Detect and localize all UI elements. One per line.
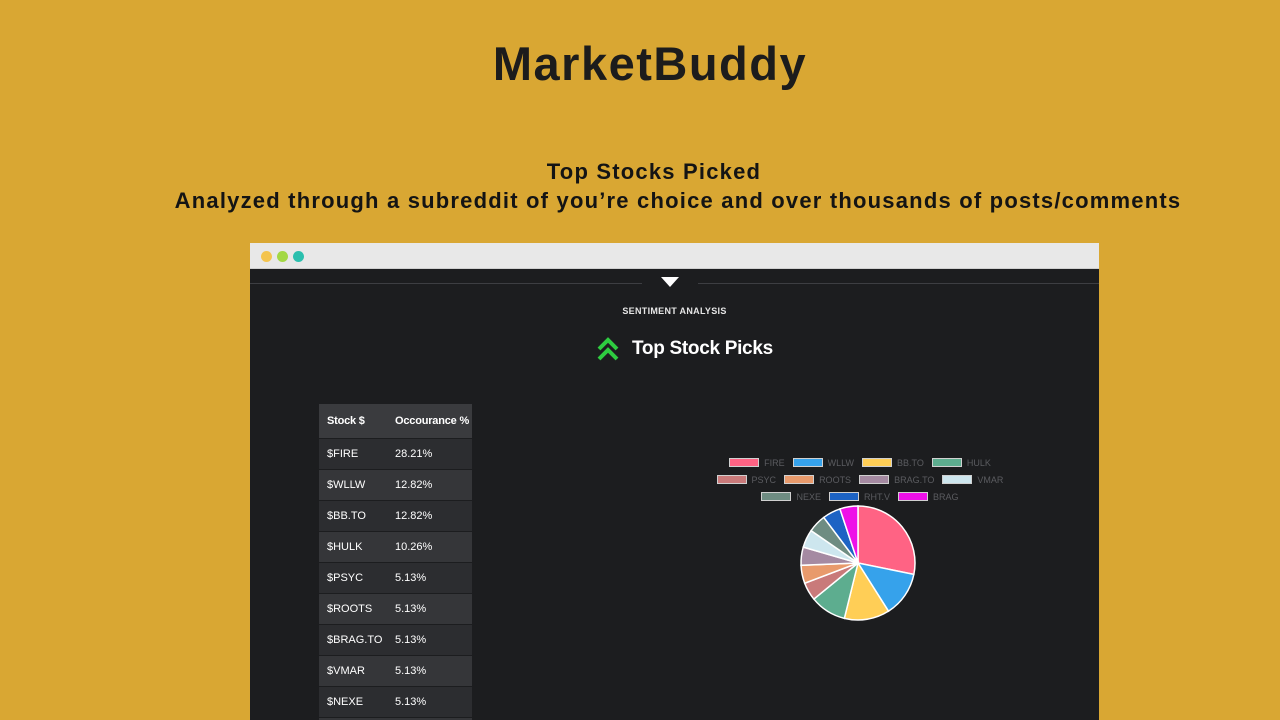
legend-swatch: [942, 475, 973, 484]
legend-item[interactable]: BRAG.TO: [859, 475, 934, 485]
legend-item[interactable]: BB.TO: [862, 458, 924, 468]
legend-swatch: [898, 492, 928, 501]
legend-item[interactable]: PSYC: [716, 474, 777, 485]
table-row[interactable]: $VMAR 5.13%: [319, 654, 472, 686]
cell-percent: 5.13%: [387, 685, 472, 717]
browser-window: SENTIMENT ANALYSIS Top Stock Picks Stock…: [250, 243, 1099, 720]
pie-chart: [800, 505, 916, 621]
cell-percent: 28.21%: [387, 437, 472, 469]
cell-percent: 5.13%: [387, 592, 472, 624]
legend-item[interactable]: RHT.V: [828, 491, 890, 502]
cell-ticker: $ROOTS: [319, 592, 387, 624]
window-maximize-dot[interactable]: [293, 251, 304, 262]
window-close-dot[interactable]: [261, 251, 272, 262]
cell-ticker: $PSYC: [319, 561, 387, 593]
legend-label: ROOTS: [819, 474, 852, 485]
section-label: SENTIMENT ANALYSIS: [622, 306, 727, 316]
caret-down-icon[interactable]: [661, 277, 679, 287]
table-row[interactable]: $ROOTS 5.13%: [319, 592, 472, 624]
legend-swatch: [729, 458, 760, 467]
legend-label: VMAR: [977, 474, 1004, 485]
legend-label: FIRE: [764, 457, 785, 468]
cell-ticker: $HULK: [319, 530, 387, 562]
legend-label: BRAG: [933, 491, 959, 502]
legend-label: WLLW: [827, 457, 854, 468]
legend-item[interactable]: ROOTS: [784, 475, 851, 485]
legend-swatch: [862, 458, 892, 467]
cell-ticker: $BRAG.TO: [319, 623, 387, 655]
table-row[interactable]: $BRAG.TO 5.13%: [319, 623, 472, 655]
subline: Analyzed through a subreddit of you’re c…: [174, 188, 1182, 213]
cell-ticker: $VMAR: [319, 654, 387, 686]
table-row[interactable]: $BB.TO 12.82%: [319, 499, 472, 531]
headline: Top Stocks Picked: [546, 159, 762, 184]
legend-item[interactable]: BRAG: [898, 492, 959, 502]
legend-item[interactable]: FIRE: [729, 458, 785, 468]
cell-percent: 12.82%: [387, 499, 472, 531]
legend-swatch: [859, 475, 890, 484]
cell-percent: 5.13%: [387, 623, 472, 655]
column-header-occurrence[interactable]: Occourance %: [387, 404, 472, 438]
cell-ticker: $NEXE: [319, 685, 387, 717]
cell-percent: 10.26%: [387, 530, 472, 562]
legend-label: BB.TO: [897, 457, 924, 468]
cell-ticker: $FIRE: [319, 437, 387, 469]
legend-swatch: [761, 492, 792, 501]
cell-ticker: $BB.TO: [319, 499, 387, 531]
table-row[interactable]: $FIRE 28.21%: [319, 437, 472, 469]
legend-label: PSYC: [751, 474, 777, 485]
legend-swatch: [931, 458, 962, 467]
cell-percent: 5.13%: [387, 561, 472, 593]
legend-label: NEXE: [796, 491, 821, 502]
legend-label: RHT.V: [863, 491, 890, 502]
legend-label: BRAG.TO: [894, 474, 935, 485]
chart-legend: FIRE WLLW BB.TO HULK PSYC ROOTS BRAG.TO VMAR NEX…: [690, 454, 1030, 505]
legend-swatch: [828, 492, 859, 501]
legend-row: FIRE WLLW BB.TO HULK: [690, 454, 1030, 471]
table-row[interactable]: $HULK 10.26%: [319, 530, 472, 562]
picks-title: Top Stock Picks: [632, 338, 773, 359]
cell-percent: 12.82%: [387, 468, 472, 500]
app-title: MarketBuddy: [492, 37, 808, 90]
picks-heading: Top Stock Picks: [596, 336, 773, 362]
legend-swatch: [792, 458, 823, 467]
window-titlebar: [250, 243, 1099, 269]
legend-label: HULK: [966, 457, 991, 468]
table-header-row: Stock $ Occourance %: [319, 404, 472, 438]
cell-ticker: $WLLW: [319, 468, 387, 500]
legend-swatch: [784, 475, 815, 484]
stocks-table: Stock $ Occourance % $FIRE 28.21% $WLLW 12…: [319, 404, 472, 720]
legend-item[interactable]: WLLW: [792, 457, 854, 468]
column-header-stock[interactable]: Stock $: [319, 404, 387, 438]
legend-swatch: [716, 475, 747, 484]
legend-item[interactable]: NEXE: [761, 492, 821, 502]
legend-item[interactable]: HULK: [931, 457, 991, 468]
double-chevron-up-icon: [597, 337, 619, 361]
legend-item[interactable]: VMAR: [942, 475, 1003, 485]
table-row[interactable]: $NEXE 5.13%: [319, 685, 472, 717]
legend-row: PSYC ROOTS BRAG.TO VMAR: [690, 471, 1030, 488]
table-row[interactable]: $PSYC 5.13%: [319, 561, 472, 593]
table-row[interactable]: $WLLW 12.82%: [319, 468, 472, 500]
cell-percent: 5.13%: [387, 654, 472, 686]
window-minimize-dot[interactable]: [277, 251, 288, 262]
